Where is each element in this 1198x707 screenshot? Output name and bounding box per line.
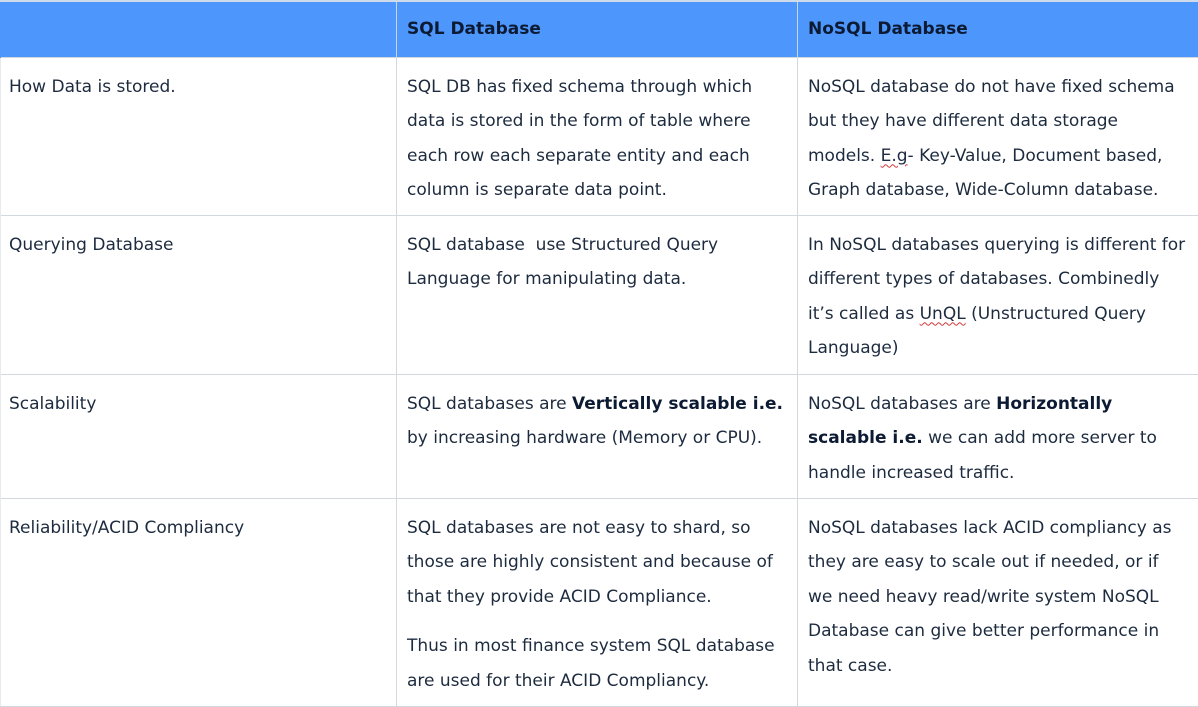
table-header-row: SQL Database NoSQL Database — [1, 1, 1198, 57]
cell-text: by increasing hardware (Memory or CPU). — [407, 428, 762, 448]
misspelled-word: UnQL — [920, 304, 966, 324]
aspect-cell: Reliability/ACID Compliancy — [1, 498, 397, 706]
misspelled-word: E.g — [881, 146, 908, 166]
header-aspect — [1, 1, 397, 57]
cell-paragraph: SQL databases are not easy to shard, so … — [407, 511, 787, 615]
sql-cell: SQL databases are not easy to shard, so … — [397, 498, 798, 706]
nosql-cell: NoSQL databases are Horizontally scalabl… — [798, 374, 1198, 498]
table-row: How Data is stored. SQL DB has fixed sch… — [1, 57, 1198, 215]
sql-cell: SQL databases are Vertically scalable i.… — [397, 374, 798, 498]
aspect-cell: Scalability — [1, 374, 397, 498]
aspect-cell: Querying Database — [1, 215, 397, 374]
table-row: Querying Database SQL database use Struc… — [1, 215, 1198, 374]
sql-cell: SQL database use Structured Query Langua… — [397, 215, 798, 374]
nosql-cell: In NoSQL databases querying is different… — [798, 215, 1198, 374]
header-nosql: NoSQL Database — [798, 1, 1198, 57]
table-row: Scalability SQL databases are Vertically… — [1, 374, 1198, 498]
nosql-cell: NoSQL database do not have fixed schema … — [798, 57, 1198, 215]
comparison-table: SQL Database NoSQL Database How Data is … — [0, 0, 1198, 707]
table-row: Reliability/ACID Compliancy SQL database… — [1, 498, 1198, 706]
header-sql: SQL Database — [397, 1, 798, 57]
nosql-cell: NoSQL databases lack ACID compliancy as … — [798, 498, 1198, 706]
cell-text: NoSQL databases are — [808, 394, 996, 414]
sql-cell: SQL DB has fixed schema through which da… — [397, 57, 798, 215]
cell-paragraph: Thus in most finance system SQL database… — [407, 629, 787, 698]
cell-text: SQL databases are — [407, 394, 572, 414]
aspect-cell: How Data is stored. — [1, 57, 397, 215]
emphasis-text: Vertically scalable i.e. — [572, 394, 783, 414]
